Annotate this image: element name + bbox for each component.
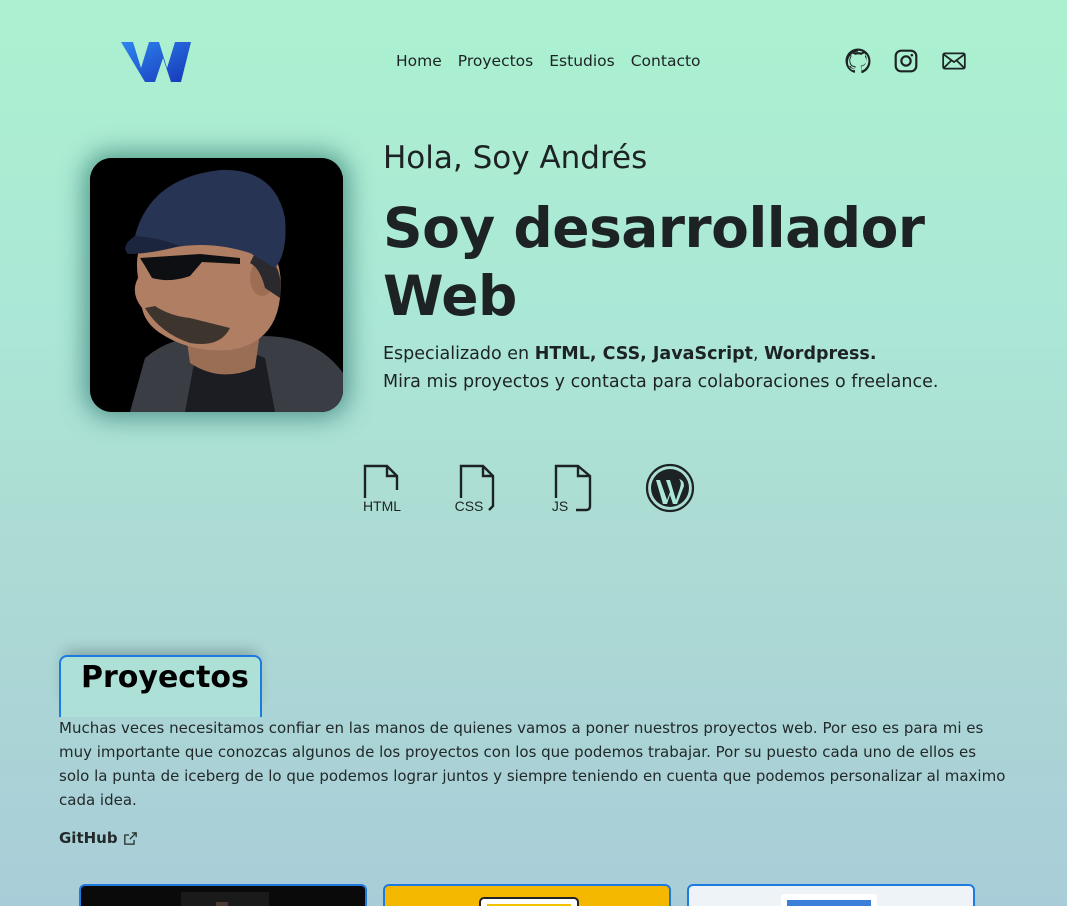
skill-js: JS	[546, 462, 596, 516]
skill-html-label: HTML	[363, 498, 401, 514]
instagram-link[interactable]	[891, 46, 921, 76]
hero-title-line1: Soy desarrollador	[383, 196, 925, 260]
logo[interactable]	[119, 38, 193, 86]
github-projects-link[interactable]: GitHub	[59, 829, 139, 847]
project-card[interactable]	[79, 884, 367, 906]
hero-title: Soy desarrollador Web	[383, 194, 925, 330]
project-thumbnail	[781, 894, 877, 906]
project-card[interactable]	[687, 884, 975, 906]
mail-icon	[942, 52, 966, 70]
hero-greeting: Hola, Soy Andrés	[383, 140, 648, 176]
skills-list: HTML CSS JS	[0, 462, 1067, 522]
projects-title: Proyectos	[81, 660, 249, 695]
mail-link[interactable]	[939, 46, 969, 76]
skill-html: HTML	[357, 462, 407, 516]
profile-photo	[90, 158, 343, 412]
github-link-label: GitHub	[59, 829, 118, 847]
project-thumbnail	[479, 897, 579, 906]
desc-comma: ,	[752, 344, 765, 364]
css-file-icon: CSS	[455, 464, 495, 514]
github-icon	[845, 48, 871, 74]
skill-css: CSS	[451, 462, 501, 516]
skill-wordpress	[645, 462, 695, 516]
wy-logo-icon	[121, 42, 191, 82]
wordpress-icon	[645, 463, 695, 513]
hero-title-line2: Web	[383, 264, 517, 328]
skill-css-label: CSS	[455, 498, 484, 514]
skill-js-label: JS	[552, 498, 568, 514]
nav-proyectos[interactable]: Proyectos	[458, 52, 533, 70]
projects-description: Muchas veces necesitamos confiar en las …	[59, 719, 1006, 809]
hero-description: Especializado en HTML, CSS, JavaScript, …	[383, 340, 938, 396]
github-link[interactable]	[843, 46, 873, 76]
desc-line2: Mira mis proyectos y contacta para colab…	[383, 372, 939, 392]
project-card[interactable]	[383, 884, 671, 906]
desc-prefix: Especializado en	[383, 344, 535, 364]
nav-home[interactable]: Home	[396, 52, 442, 70]
project-thumbnail	[181, 892, 269, 906]
nav-contacto[interactable]: Contacto	[631, 52, 701, 70]
js-file-icon: JS	[552, 464, 592, 514]
html-file-icon: HTML	[363, 464, 401, 514]
avatar	[90, 158, 343, 412]
nav-estudios[interactable]: Estudios	[549, 52, 614, 70]
desc-wordpress: Wordpress.	[764, 344, 877, 364]
main-nav: Home Proyectos Estudios Contacto	[396, 52, 701, 70]
external-link-icon	[123, 831, 137, 845]
instagram-icon	[894, 49, 918, 73]
desc-skills: HTML, CSS, JavaScript	[534, 344, 753, 364]
